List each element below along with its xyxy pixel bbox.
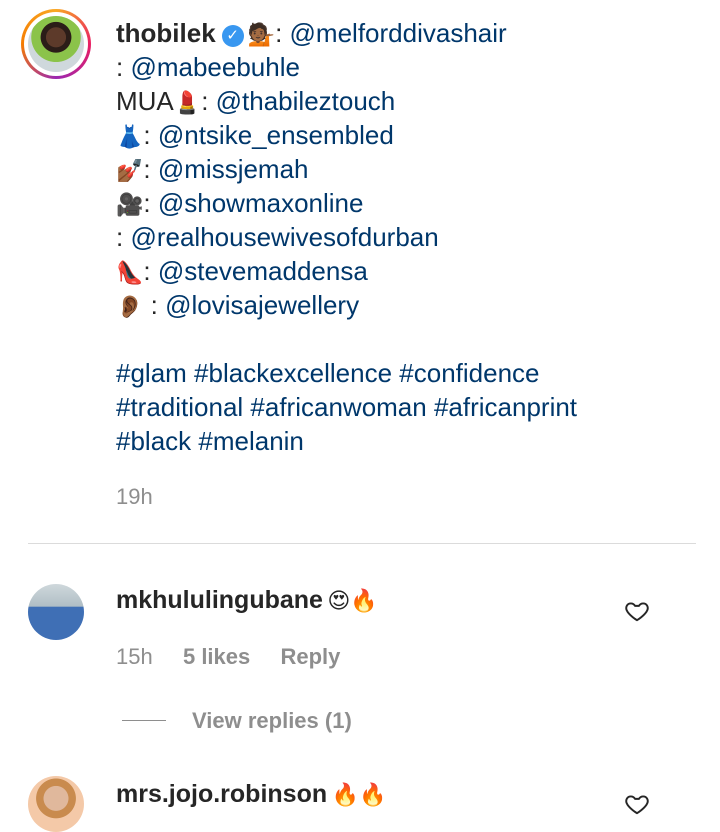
divider bbox=[28, 543, 696, 544]
mention-link[interactable]: @melforddivashair bbox=[290, 18, 507, 48]
ear-emoji: 👂🏾 bbox=[116, 295, 144, 320]
avatar-photo bbox=[28, 16, 84, 72]
verified-check-icon: ✓ bbox=[221, 25, 244, 47]
caption-line: 👂🏾 : @lovisajewellery bbox=[116, 290, 360, 320]
post-author-avatar[interactable] bbox=[21, 9, 91, 79]
comment-likes[interactable]: 5 likes bbox=[183, 644, 250, 669]
comment-username[interactable]: mkhululingubane bbox=[116, 586, 323, 614]
commenter-avatar[interactable] bbox=[28, 584, 84, 640]
comment-timestamp: 15h bbox=[116, 644, 153, 669]
caption-line: thobilek ✓ 💁🏾: @melforddivashair bbox=[116, 18, 507, 48]
replies-divider-line bbox=[122, 720, 166, 721]
heel-emoji: 👠 bbox=[116, 261, 144, 286]
heart-outline-icon[interactable] bbox=[624, 791, 650, 817]
comment-body: mrs.jojo.robinson 🔥🔥 bbox=[116, 780, 386, 809]
view-replies-button[interactable]: View replies (1) bbox=[192, 708, 352, 734]
heart-outline-icon[interactable] bbox=[624, 598, 650, 624]
caption-line: : @mabeebuhle bbox=[116, 52, 300, 82]
hashtag-line[interactable]: #traditional #africanwoman #africanprint bbox=[116, 390, 706, 424]
mention-link[interactable]: @showmaxonline bbox=[158, 188, 364, 218]
mention-link[interactable]: @lovisajewellery bbox=[165, 290, 359, 320]
mention-link[interactable]: @realhousewivesofdurban bbox=[130, 222, 438, 252]
hashtag-line[interactable]: #black #melanin bbox=[116, 424, 706, 458]
caption-line: : @realhousewivesofdurban bbox=[116, 222, 439, 252]
hashtag-line[interactable]: #glam #blackexcellence #confidence bbox=[116, 356, 706, 390]
comment-emoji: 🔥🔥 bbox=[331, 783, 387, 808]
commenter-avatar[interactable] bbox=[28, 776, 84, 832]
post-caption: thobilek ✓ 💁🏾: @melforddivashair : @mabeeb… bbox=[116, 16, 706, 458]
mention-link[interactable]: @missjemah bbox=[158, 154, 309, 184]
lipstick-emoji: 💄 bbox=[173, 91, 202, 116]
comment-emoji: 😍🔥 bbox=[327, 589, 378, 614]
nail-polish-emoji: 💅🏾 bbox=[116, 159, 144, 184]
mention-link[interactable]: @stevemaddensa bbox=[158, 256, 368, 286]
post-username[interactable]: thobilek bbox=[116, 18, 216, 48]
mention-link[interactable]: @thabileztouch bbox=[216, 86, 396, 116]
comment-body: mkhululingubane 😍🔥 bbox=[116, 586, 378, 615]
caption-line: MUA💄: @thabileztouch bbox=[116, 86, 396, 116]
camera-emoji: 🎥 bbox=[116, 193, 144, 218]
caption-line: 💅🏾: @missjemah bbox=[116, 154, 309, 184]
comment-username[interactable]: mrs.jojo.robinson bbox=[116, 780, 327, 808]
comment-meta: 15h 5 likes Reply bbox=[116, 644, 340, 670]
caption-line: 👗: @ntsike_ensembled bbox=[116, 120, 394, 150]
reply-button[interactable]: Reply bbox=[281, 644, 341, 669]
mention-link[interactable]: @ntsike_ensembled bbox=[158, 120, 394, 150]
mention-link[interactable]: @mabeebuhle bbox=[130, 52, 300, 82]
post-timestamp: 19h bbox=[116, 484, 153, 509]
caption-emoji: 💁🏾 bbox=[247, 23, 276, 48]
dress-emoji: 👗 bbox=[116, 125, 144, 150]
caption-line: 🎥: @showmaxonline bbox=[116, 188, 364, 218]
caption-line: 👠: @stevemaddensa bbox=[116, 256, 368, 286]
